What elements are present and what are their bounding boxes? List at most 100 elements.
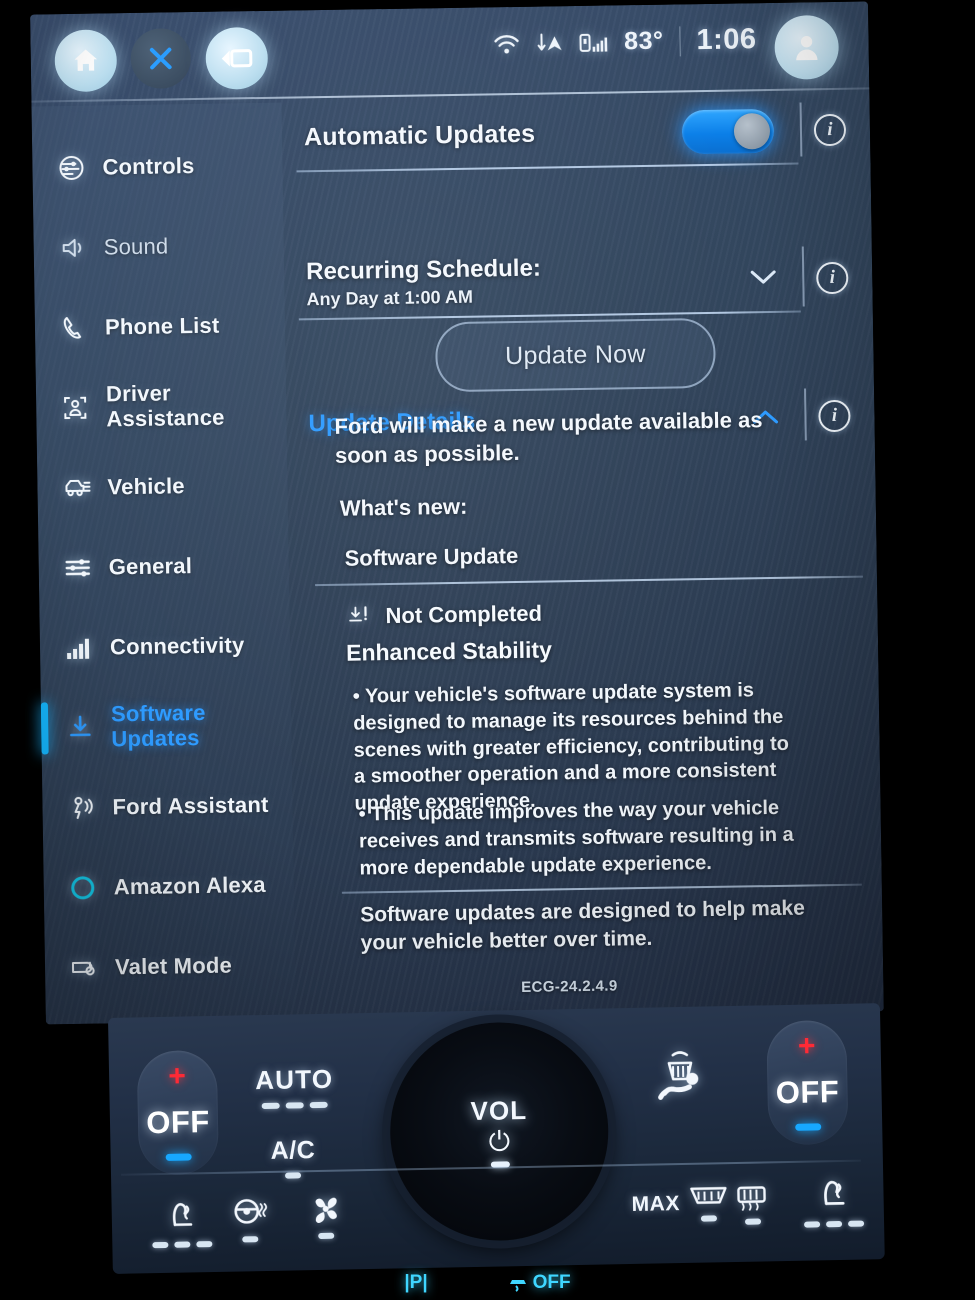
wheel-indicator-dashes [242, 1236, 259, 1243]
recurring-schedule-info-button[interactable]: i [800, 261, 864, 295]
indicator-dash [309, 1101, 328, 1109]
park-indicator: |P| [404, 1272, 428, 1293]
download-alert-icon [349, 606, 367, 622]
sidebar-item-label: Phone List [104, 312, 220, 340]
driver-temperature-value: OFF [145, 1104, 211, 1141]
close-button[interactable] [130, 28, 192, 90]
indicator-dash [285, 1172, 302, 1179]
indicator-dash [242, 1236, 259, 1243]
rear-defrost-indicator-dashes [744, 1218, 762, 1225]
passenger-temperature-value: OFF [775, 1073, 840, 1111]
update-name: Software Update [344, 542, 519, 571]
automatic-updates-row: Automatic Updates i [281, 93, 870, 173]
cluster-indicators: |P| OFF [0, 1266, 975, 1300]
driver-assistance-icon [58, 391, 93, 426]
info-icon: i [813, 113, 847, 147]
climate-control-panel: + OFF AUTO A/C VOL ⏻ + OFF MAX [108, 1003, 885, 1274]
fan-speed-button[interactable] [307, 1192, 344, 1240]
driver-heated-seat-button[interactable] [151, 1198, 213, 1249]
amazon-alexa-icon [66, 871, 101, 906]
sidebar-item-amazon-alexa[interactable]: Amazon Alexa [43, 845, 294, 929]
auto-label: AUTO [254, 1063, 334, 1096]
indicator-dash [804, 1221, 821, 1228]
recurring-schedule-row[interactable]: Recurring Schedule: Any Day at 1:00 AM i [284, 239, 873, 321]
front-defrost-icon [658, 1051, 699, 1100]
chevron-down-icon[interactable] [750, 269, 776, 285]
indicator-dash [744, 1218, 762, 1225]
sidebar-item-general[interactable]: General [38, 525, 289, 609]
infotainment-screen: 83° 1:06 Controls Sound Phone List Drive… [30, 1, 884, 1025]
temp-increase-button[interactable]: + [798, 1029, 816, 1062]
vehicle-icon [59, 471, 94, 506]
sidebar-item-sound[interactable]: Sound [33, 205, 284, 289]
indicator-dash [196, 1241, 213, 1248]
driver-temperature-control[interactable]: + OFF [136, 1049, 220, 1176]
sidebar-item-controls[interactable]: Controls [32, 125, 283, 209]
wifi-icon [493, 34, 519, 54]
front-defrost-button[interactable] [649, 1048, 712, 1109]
traction-control-off-indicator: OFF [508, 1272, 571, 1294]
status-divider [679, 25, 681, 56]
max-defrost-button[interactable]: MAX [631, 1184, 730, 1223]
indicator-dash [701, 1215, 718, 1222]
temp-decrease-button[interactable] [795, 1123, 822, 1131]
section-divider [341, 883, 862, 894]
seat-indicator-dashes [152, 1241, 213, 1249]
auto-indicator-dashes [256, 1101, 334, 1110]
update-intro-text: Ford will make a new update available as… [334, 407, 763, 468]
heated-seat-icon [172, 1203, 193, 1227]
seat-indicator-dashes [804, 1220, 865, 1228]
indicator-dash [152, 1241, 169, 1249]
sidebar-item-label: Connectivity [109, 631, 245, 660]
toggle-knob [733, 112, 771, 150]
sidebar-item-vehicle[interactable]: Vehicle [37, 445, 288, 529]
valet-key-icon [67, 951, 102, 986]
signal-bars-icon [62, 631, 97, 666]
avatar[interactable] [774, 14, 840, 80]
update-status-row: Not Completed [347, 601, 542, 630]
passenger-temperature-control[interactable]: + OFF [766, 1019, 849, 1146]
sidebar-item-driver-assistance[interactable]: Driver Assistance [36, 365, 287, 449]
volume-knob[interactable]: VOL ⏻ [388, 1020, 611, 1243]
rear-defrost-icon [737, 1186, 766, 1211]
recurring-schedule-value: Any Day at 1:00 AM [306, 286, 474, 310]
software-version: ECG-24.2.4.9 [520, 977, 618, 996]
volume-label: VOL [470, 1094, 528, 1127]
update-details-info-button[interactable]: i [802, 399, 866, 433]
home-button[interactable] [54, 29, 118, 93]
sidebar-item-software-updates[interactable]: Software Updates [41, 685, 292, 769]
max-indicator-dashes [701, 1215, 718, 1222]
temp-decrease-button[interactable] [165, 1153, 192, 1161]
info-icon: i [816, 261, 849, 295]
sidebar-item-connectivity[interactable]: Connectivity [39, 605, 290, 689]
indicator-dash [174, 1241, 191, 1248]
rear-defrost-button[interactable] [733, 1183, 772, 1225]
sidebar-item-label: Amazon Alexa [113, 871, 266, 900]
temp-increase-button[interactable]: + [168, 1060, 186, 1093]
sidebar-item-label: Controls [102, 152, 195, 180]
sidebar-item-label: Vehicle [107, 472, 185, 500]
sidebar-item-label: Software Updates [110, 700, 206, 752]
sidebar-item-label: Sound [103, 233, 169, 260]
data-transfer-icon [537, 33, 562, 51]
media-screen-button[interactable] [205, 26, 269, 90]
cellular-signal-icon [579, 33, 607, 52]
sidebar-item-valet-mode[interactable]: Valet Mode [44, 925, 295, 1009]
software-updates-panel: Automatic Updates i Recurring Schedule: … [281, 93, 883, 1010]
close-icon [149, 47, 172, 70]
info-icon: i [818, 399, 851, 433]
phone-icon [57, 311, 92, 346]
max-label: MAX [631, 1191, 681, 1216]
sidebar-item-ford-assistant[interactable]: Ford Assistant [42, 765, 293, 849]
heated-steering-wheel-button[interactable] [231, 1195, 268, 1243]
auto-climate-button[interactable]: AUTO [254, 1063, 334, 1110]
fan-icon [315, 1197, 337, 1223]
passenger-heated-seat-button[interactable] [803, 1176, 865, 1228]
controls-sliders-icon [54, 151, 89, 186]
whats-new-label: What's new: [339, 493, 468, 521]
download-icon [63, 711, 98, 746]
automatic-updates-info-button[interactable]: i [798, 113, 862, 147]
automatic-updates-toggle[interactable] [681, 108, 775, 155]
sidebar-item-phone-list[interactable]: Phone List [34, 285, 285, 369]
update-now-button[interactable]: Update Now [434, 317, 716, 393]
